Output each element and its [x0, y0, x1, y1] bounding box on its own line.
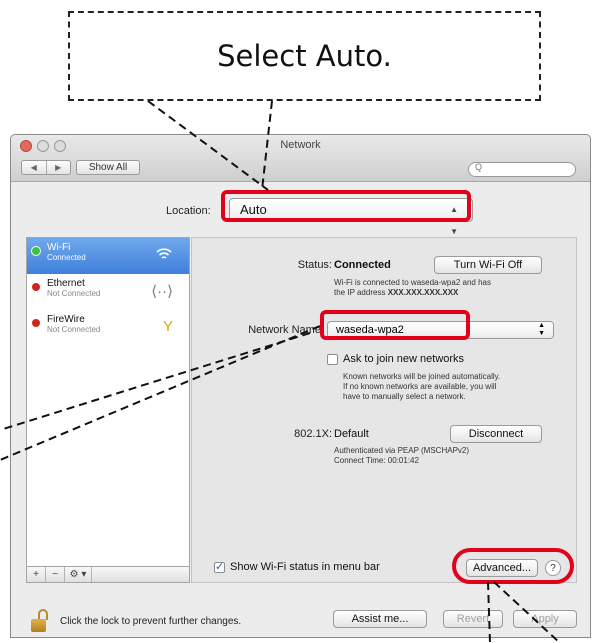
status-dot-icon: [32, 319, 40, 327]
service-item-wifi[interactable]: Wi-Fi Connected: [27, 238, 189, 274]
ip-address: XXX.XXX.XXX.XXX: [387, 288, 459, 297]
location-label: Location:: [166, 205, 211, 217]
network-name-highlight: [320, 310, 470, 340]
callout-text: Select Auto.: [217, 39, 392, 73]
status-dot-icon: [31, 246, 41, 256]
ask-join-note: Known networks will be joined automatica…: [343, 372, 500, 402]
assist-me-button[interactable]: Assist me...: [333, 610, 427, 628]
turn-wifi-off-button[interactable]: Turn Wi-Fi Off: [434, 256, 542, 274]
callout-box: Select Auto.: [68, 11, 541, 101]
service-list-toolbar: + − ⚙ ▾: [26, 567, 190, 583]
show-status-label: Show Wi-Fi status in menu bar: [230, 561, 380, 573]
window-title: Network: [280, 139, 321, 151]
remove-service-button[interactable]: −: [46, 567, 65, 582]
service-detail-pane: Status: Connected Turn Wi-Fi Off Wi-Fi i…: [191, 237, 577, 583]
auth-note-line: Connect Time: 00:01:42: [334, 456, 419, 465]
apply-button[interactable]: Apply: [513, 610, 577, 628]
auth-value: Default: [334, 428, 369, 440]
add-service-button[interactable]: +: [27, 567, 46, 582]
show-status-checkbox[interactable]: ✓: [214, 562, 225, 573]
search-icon: Q: [475, 162, 483, 172]
ask-join-checkbox[interactable]: [327, 354, 338, 365]
location-highlight: [221, 190, 471, 222]
search-field[interactable]: Q: [468, 162, 576, 177]
advanced-highlight: [452, 548, 574, 584]
lock-icon[interactable]: [29, 609, 51, 633]
status-note-line: the IP address XXX.XXX.XXX.XXX: [334, 288, 491, 298]
status-value: Connected: [334, 259, 391, 271]
gear-icon[interactable]: ⚙ ▾: [65, 567, 92, 582]
ask-note-line: If no known networks are available, you …: [343, 382, 497, 391]
select-arrows-icon: ▲ ▼: [538, 322, 545, 337]
status-note: Wi-Fi is connected to waseda-wpa2 and ha…: [334, 278, 491, 298]
ask-note-line: Known networks will be joined automatica…: [343, 372, 501, 381]
status-dot-icon: [32, 283, 40, 291]
back-forward-buttons: ◀ ▶: [21, 160, 71, 175]
lock-message: Click the lock to prevent further change…: [60, 616, 242, 627]
service-item-firewire[interactable]: FireWire Not Connected Y: [27, 310, 189, 346]
revert-button[interactable]: Revert: [443, 610, 503, 628]
title-bar: Network ◀ ▶ Show All Q: [11, 135, 590, 182]
status-note-line: Wi-Fi is connected to waseda-wpa2 and ha…: [334, 278, 491, 287]
ask-note-line: have to manually select a network.: [343, 392, 466, 401]
auth-note: Authenticated via PEAP (MSCHAPv2) Connec…: [334, 446, 469, 466]
wifi-icon: [155, 246, 173, 266]
service-list: Wi-Fi Connected Ethernet Not Connected ⟨…: [26, 237, 190, 567]
ethernet-icon: ⟨··⟩: [151, 283, 173, 300]
firewire-icon: Y: [162, 318, 173, 335]
show-all-button[interactable]: Show All: [76, 160, 140, 175]
status-label: Status:: [297, 259, 332, 271]
back-button[interactable]: ◀: [22, 161, 47, 174]
disconnect-button[interactable]: Disconnect: [450, 425, 542, 443]
ask-join-label: Ask to join new networks: [343, 353, 465, 365]
auth-note-line: Authenticated via PEAP (MSCHAPv2): [334, 446, 470, 455]
ip-prefix: the IP address: [334, 288, 386, 297]
forward-button[interactable]: ▶: [47, 161, 71, 174]
network-name-label: Network Name:: [248, 324, 324, 336]
service-item-ethernet[interactable]: Ethernet Not Connected ⟨··⟩: [27, 274, 189, 310]
auth-label: 802.1X:: [294, 428, 332, 440]
